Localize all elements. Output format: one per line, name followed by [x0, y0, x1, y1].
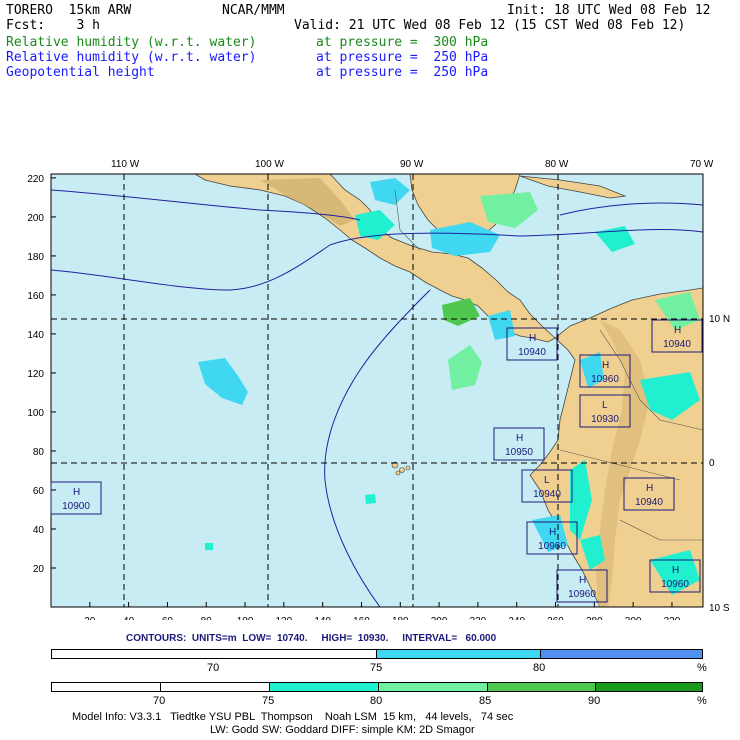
y-tick-label: 100	[27, 408, 44, 419]
y-tick-label: 160	[27, 291, 44, 302]
contours-info: CONTOURS: UNITS=m LOW= 10740. HIGH= 1093…	[126, 633, 497, 644]
pressure-center-type: H	[579, 575, 586, 586]
x-tick-label: 260	[547, 616, 564, 620]
pressure-center-type: H	[73, 487, 80, 498]
lon-label-90w: 90 W	[400, 159, 424, 170]
x-tick-label: 280	[586, 616, 603, 620]
y-tick-label: 80	[33, 447, 45, 458]
colorbar2-seg-3	[378, 682, 488, 692]
y-tick-label: 140	[27, 330, 44, 341]
x-tick-label: 300	[625, 616, 642, 620]
pressure-center-type: H	[674, 325, 681, 336]
colorbar-250hpa-green	[51, 682, 703, 693]
colorbar1-label-pct: %	[697, 662, 707, 674]
y-tick-label: 120	[27, 369, 44, 380]
pressure-center-type: L	[602, 400, 608, 411]
x-tick-label: 20	[84, 616, 96, 620]
colorbar2-seg-4	[487, 682, 596, 692]
x-tick-label: 140	[314, 616, 331, 620]
colorbar1-label-70: 70	[207, 662, 220, 674]
y-tick-labels: 220 200 180 160 140 120 100 80 60 40 20	[27, 174, 44, 575]
pressure-center-value: 10940	[533, 489, 561, 500]
pressure-center-type: H	[672, 565, 679, 576]
x-tick-label: 180	[392, 616, 409, 620]
lat-label-10s: 10 S	[709, 603, 730, 614]
pressure-center-type: H	[602, 360, 609, 371]
lon-label-110w: 110 W	[111, 159, 140, 170]
model-info-line1: Model Info: V3.3.1 Tiedtke YSU PBL Thomp…	[72, 711, 514, 723]
x-tick-label: 80	[201, 616, 213, 620]
pressure-center-value: 10900	[62, 501, 90, 512]
colorbar2-seg-2	[269, 682, 379, 692]
y-tick-label: 20	[33, 564, 45, 575]
pressure-center-type: L	[544, 475, 550, 486]
colorbar2-label-75: 75	[262, 695, 275, 707]
weather-map: 110 W 100 W 90 W 80 W 70 W 10 N 0 10 S 2…	[27, 159, 730, 620]
x-tick-label: 40	[123, 616, 135, 620]
pressure-center-type: H	[516, 433, 523, 444]
colorbar2-seg-0	[51, 682, 161, 692]
y-tick-label: 40	[33, 525, 45, 536]
x-tick-labels: 20 40 60 80 100 120 140 160 180 200 220 240 260 280 30…	[84, 616, 680, 620]
model-info-line2: LW: Godd SW: Goddard DIFF: simple KM: 2D…	[210, 724, 475, 736]
x-tick-label: 100	[237, 616, 254, 620]
y-tick-label: 200	[27, 213, 44, 224]
x-tick-label: 60	[162, 616, 174, 620]
pressure-center-type: H	[549, 527, 556, 538]
pressure-center-value: 10950	[505, 447, 533, 458]
x-tick-label: 320	[664, 616, 681, 620]
y-tick-label: 180	[27, 252, 44, 263]
pressure-center-value: 10940	[635, 497, 663, 508]
lat-label-10n: 10 N	[709, 314, 730, 325]
pressure-center-value: 10960	[661, 579, 689, 590]
x-tick-label: 120	[276, 616, 293, 620]
colorbar2-label-pct: %	[697, 695, 707, 707]
y-tick-label: 220	[27, 174, 44, 185]
lon-label-80w: 80 W	[545, 159, 569, 170]
colorbar1-seg-0	[51, 649, 377, 659]
colorbar2-seg-5	[595, 682, 703, 692]
pressure-center-value: 10940	[663, 339, 691, 350]
pressure-center-type: H	[646, 483, 653, 494]
colorbar-300hpa-blue	[51, 649, 703, 660]
pressure-center-value: 10940	[518, 347, 546, 358]
lat-label-equator: 0	[709, 458, 715, 469]
lon-label-100w: 100 W	[255, 159, 284, 170]
x-tick-label: 240	[508, 616, 525, 620]
y-tick-label: 60	[33, 486, 45, 497]
x-tick-label: 220	[470, 616, 487, 620]
colorbar1-label-80: 80	[533, 662, 546, 674]
colorbar2-label-80: 80	[370, 695, 383, 707]
pressure-center-value: 10960	[538, 541, 566, 552]
colorbar2-label-70: 70	[153, 695, 166, 707]
colorbar1-label-75: 75	[370, 662, 383, 674]
pressure-center-value: 10960	[591, 374, 619, 385]
colorbar2-label-85: 85	[479, 695, 492, 707]
x-tick-label: 200	[431, 616, 448, 620]
x-tick-label: 160	[353, 616, 370, 620]
lon-label-70w: 70 W	[690, 159, 714, 170]
pressure-center-type: H	[529, 333, 536, 344]
colorbar2-seg-1	[160, 682, 270, 692]
pressure-center-value: 10930	[591, 414, 619, 425]
colorbar2-label-90: 90	[588, 695, 601, 707]
colorbar1-seg-1	[376, 649, 541, 659]
pressure-center-value: 10960	[568, 589, 596, 600]
colorbar1-seg-2	[540, 649, 703, 659]
